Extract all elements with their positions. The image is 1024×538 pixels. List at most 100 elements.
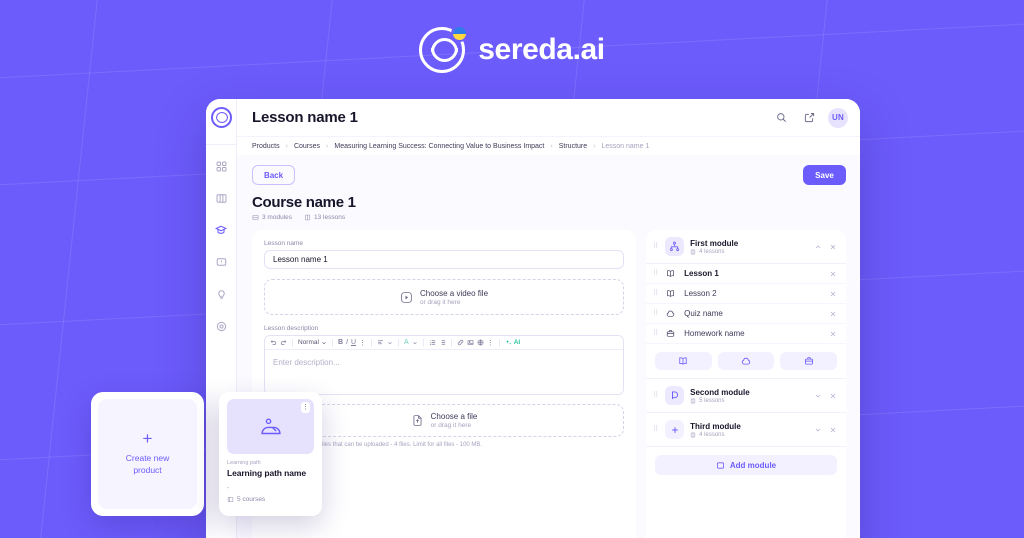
module-plus-icon: [665, 420, 685, 439]
sereda-s-logo-icon: [419, 25, 469, 73]
bold-button[interactable]: B: [338, 339, 343, 346]
ai-label: AI: [513, 339, 521, 346]
more-options-icon[interactable]: ⋮: [487, 339, 494, 347]
lessons-count: 13 lessons: [304, 214, 345, 221]
chevron-up-icon[interactable]: [814, 243, 822, 251]
editor-toolbar: Normal B I U ⋮ A ⋮ AI: [265, 336, 623, 350]
text-style-value: Normal: [298, 339, 319, 346]
drag-handle-icon[interactable]: ⠿: [653, 290, 659, 297]
more-text-format-icon[interactable]: ⋮: [359, 339, 366, 347]
close-icon[interactable]: [829, 310, 837, 318]
text-color-chevron-down-icon[interactable]: [412, 340, 418, 346]
close-icon[interactable]: [829, 243, 837, 251]
ordered-list-icon[interactable]: [429, 339, 436, 346]
chevron-down-icon: [322, 341, 326, 344]
back-button[interactable]: Back: [252, 165, 295, 185]
drag-handle-icon[interactable]: ⠿: [653, 426, 659, 433]
text-color-button[interactable]: A: [404, 339, 409, 346]
chevron-down-icon[interactable]: [814, 392, 822, 400]
lesson-name-input[interactable]: Lesson name 1: [264, 250, 624, 269]
align-dropdown-chevron-down-icon[interactable]: [387, 340, 393, 346]
underline-button[interactable]: U: [351, 339, 356, 346]
lesson-row[interactable]: ⠿ Homework name: [646, 324, 846, 344]
drag-handle-icon[interactable]: ⠿: [653, 310, 659, 317]
redo-icon[interactable]: [280, 339, 287, 346]
module-row[interactable]: ⠿ Second module 5 lessons: [646, 379, 846, 413]
undo-icon[interactable]: [270, 339, 277, 346]
sidebar-item-apps[interactable]: [209, 154, 233, 178]
create-new-product-card[interactable]: + Create new product: [91, 392, 204, 516]
breadcrumb-item-structure[interactable]: Structure: [559, 143, 587, 150]
close-icon[interactable]: [829, 270, 837, 278]
link-icon[interactable]: [457, 339, 464, 346]
text-style-dropdown[interactable]: Normal: [298, 339, 327, 346]
quiz-cloud-icon: [666, 309, 677, 318]
plus-icon: +: [142, 429, 153, 448]
kebab-menu-icon[interactable]: ⋮: [301, 402, 310, 413]
chevron-down-icon[interactable]: [814, 426, 822, 434]
lesson-name: Quiz name: [684, 309, 723, 318]
file-dropzone-subtitle: or drag it here: [430, 422, 472, 429]
add-homework-button[interactable]: [780, 352, 838, 370]
breadcrumb-item-products[interactable]: Products: [252, 143, 280, 150]
lesson-description-label: Lesson description: [264, 325, 319, 332]
lesson-row[interactable]: ⠿ Quiz name: [646, 304, 846, 324]
lesson-row[interactable]: ⠿ Lesson 2: [646, 284, 846, 304]
add-lesson-button[interactable]: [655, 352, 712, 370]
avatar[interactable]: UN: [828, 107, 848, 128]
description-textarea[interactable]: Enter description...: [265, 350, 623, 394]
breadcrumb-item-course[interactable]: Measuring Learning Success: Connecting V…: [334, 143, 544, 150]
add-module-button[interactable]: Add module: [655, 455, 837, 475]
close-icon[interactable]: [829, 426, 837, 434]
sidebar-item-ideas[interactable]: [209, 282, 233, 306]
video-play-icon: [400, 291, 413, 304]
breadcrumb-item-courses[interactable]: Courses: [294, 143, 320, 150]
close-icon[interactable]: [829, 290, 837, 298]
image-placeholder-icon: [260, 418, 281, 434]
drag-handle-icon[interactable]: ⠿: [653, 270, 659, 277]
page-title: Lesson name 1: [252, 109, 358, 126]
ai-sparkle-icon: [505, 339, 511, 345]
drag-handle-icon[interactable]: ⠿: [653, 392, 659, 399]
learning-path-courses: 5 courses: [227, 496, 314, 503]
learning-path-card[interactable]: ⋮ Learning path Learning path name - 5 c…: [219, 392, 322, 516]
app-logo-icon[interactable]: [210, 107, 232, 128]
course-title: Course name 1: [252, 194, 356, 211]
table-icon[interactable]: [477, 339, 484, 346]
breadcrumb-separator-icon: ›: [593, 142, 596, 150]
module-row[interactable]: ⠿ First module 4 lessons: [646, 230, 846, 264]
ai-button[interactable]: AI: [505, 339, 521, 346]
lesson-name: Lesson 1: [684, 269, 719, 278]
lesson-row[interactable]: ⠿ Lesson 1: [646, 264, 846, 284]
breadcrumb-separator-icon: ›: [550, 142, 553, 150]
drag-handle-icon[interactable]: ⠿: [653, 330, 659, 337]
image-icon[interactable]: [467, 339, 474, 346]
close-icon[interactable]: [829, 392, 837, 400]
italic-button[interactable]: I: [346, 339, 348, 346]
align-left-icon[interactable]: [377, 339, 384, 346]
add-quiz-button[interactable]: [717, 352, 775, 370]
module-hierarchy-icon: [665, 237, 685, 256]
external-link-icon[interactable]: [799, 108, 819, 128]
description-editor: Normal B I U ⋮ A ⋮ AI Enter description.…: [264, 335, 624, 395]
search-icon[interactable]: [771, 108, 791, 128]
sidebar-item-courses[interactable]: [209, 218, 233, 242]
lessons-count-label: 13 lessons: [314, 214, 346, 221]
module-name: Second module: [690, 387, 750, 397]
breadcrumb: Products › Courses › Measuring Learning …: [237, 136, 860, 155]
close-icon[interactable]: [829, 330, 837, 338]
sidebar-item-columns[interactable]: [209, 186, 233, 210]
drag-handle-icon[interactable]: ⠿: [653, 243, 659, 250]
briefcase-icon: [666, 329, 677, 338]
bullet-list-icon[interactable]: [439, 339, 446, 346]
save-button[interactable]: Save: [803, 165, 846, 185]
video-dropzone-subtitle: or drag it here: [419, 298, 461, 306]
modules-count: 3 modules: [252, 214, 292, 221]
sidebar-item-messages[interactable]: [209, 250, 233, 274]
course-structure-panel: ⠿ First module 4 lessons ⠿ Lesson 1 ⠿ Le…: [646, 230, 846, 538]
modules-count-label: 3 modules: [262, 214, 292, 221]
module-row[interactable]: ⠿ Third module 4 lessons: [646, 413, 846, 447]
sidebar-item-target[interactable]: [209, 314, 233, 338]
module-lessons-count-label: 5 lessons: [699, 397, 725, 404]
video-dropzone[interactable]: Choose a video file or drag it here: [264, 279, 624, 315]
